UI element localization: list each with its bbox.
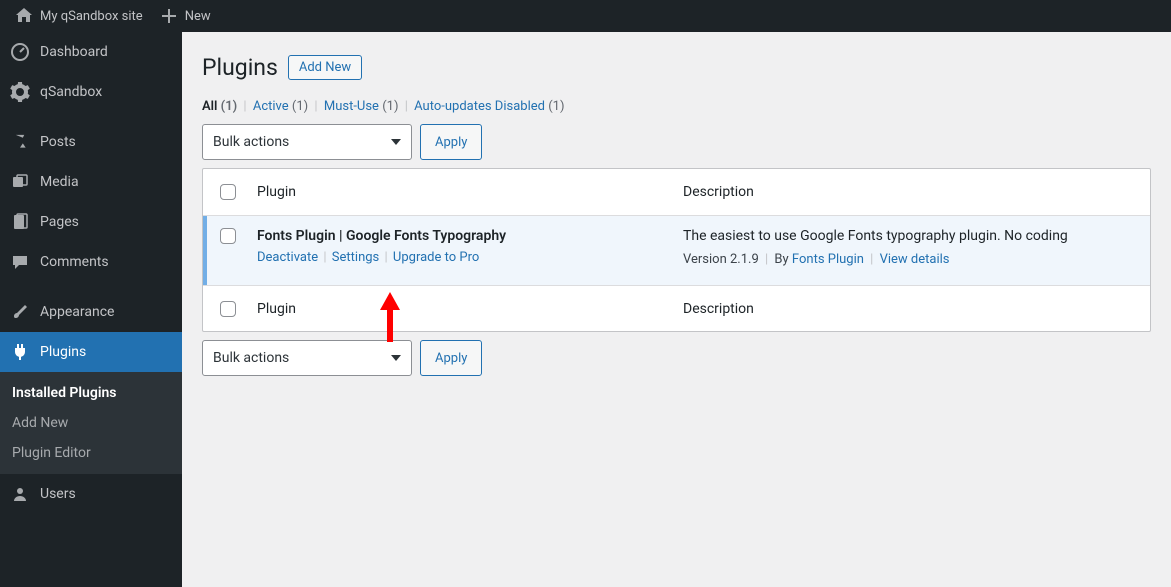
sidebar-item-comments[interactable]: Comments [0,242,182,282]
table-header: Plugin Description [203,169,1150,215]
deactivate-link[interactable]: Deactivate [257,250,318,265]
sidebar-item-dashboard[interactable]: Dashboard [0,32,182,72]
apply-button-bottom[interactable]: Apply [420,340,482,376]
sidebar-item-label: Pages [40,214,79,230]
col-description-footer: Description [683,301,1150,317]
sidebar-item-label: qSandbox [40,84,102,100]
bulk-actions-label: Bulk actions [213,350,289,366]
brush-icon [10,302,30,322]
sidebar-item-label: Appearance [40,304,114,320]
submenu-add-new[interactable]: Add New [0,408,182,438]
plugin-meta: Version 2.1.9 | By Fonts Plugin | View d… [683,252,1144,267]
admin-sidebar: Dashboard qSandbox Posts Media Pages Com… [0,32,182,587]
home-icon [14,6,34,26]
plugin-filters: All (1) | Active (1) | Must-Use (1) | Au… [202,99,1151,114]
plugin-name: Fonts Plugin | Google Fonts Typography [257,228,677,244]
upgrade-link[interactable]: Upgrade to Pro [393,250,479,265]
sidebar-item-label: Posts [40,134,76,150]
users-icon [10,484,30,504]
sidebar-item-pages[interactable]: Pages [0,202,182,242]
sidebar-item-label: Dashboard [40,44,108,60]
filter-must-use[interactable]: Must-Use (1) [324,99,399,114]
sidebar-item-label: Plugins [40,344,86,360]
plugins-table: Plugin Description Fonts Plugin | Google… [202,168,1151,332]
add-new-plugin-button[interactable]: Add New [288,55,362,80]
pin-icon [10,132,30,152]
plugin-author-link[interactable]: Fonts Plugin [792,252,864,267]
plugins-submenu: Installed Plugins Add New Plugin Editor [0,372,182,474]
plugin-description: The easiest to use Google Fonts typograp… [683,228,1144,244]
sidebar-item-users[interactable]: Users [0,474,182,514]
sidebar-item-appearance[interactable]: Appearance [0,292,182,332]
plus-icon [159,6,179,26]
table-footer: Plugin Description [203,285,1150,331]
filter-auto-updates-disabled[interactable]: Auto-updates Disabled (1) [414,99,564,114]
col-plugin-footer: Plugin [253,301,683,317]
filter-active[interactable]: Active (1) [253,99,308,114]
plugin-icon [10,342,30,362]
row-checkbox[interactable] [220,228,236,244]
tablenav-top: Bulk actions Apply [202,124,1151,160]
main-content: Plugins Add New All (1) | Active (1) | M… [182,32,1171,587]
sidebar-item-qsandbox[interactable]: qSandbox [0,72,182,112]
gear-icon [10,82,30,102]
sidebar-item-media[interactable]: Media [0,162,182,202]
dashboard-icon [10,42,30,62]
bulk-actions-select-bottom[interactable]: Bulk actions [202,340,412,376]
comments-icon [10,252,30,272]
adminbar-site-link[interactable]: My qSandbox site [6,0,151,32]
table-row: Fonts Plugin | Google Fonts Typography D… [203,215,1150,285]
adminbar-new-label: New [185,9,211,24]
filter-all[interactable]: All (1) [202,99,237,114]
page-title: Plugins [202,54,278,81]
sidebar-item-plugins[interactable]: Plugins [0,332,182,372]
adminbar-new-link[interactable]: New [151,0,219,32]
row-actions: Deactivate | Settings | Upgrade to Pro [257,250,677,265]
col-plugin-header: Plugin [253,184,683,200]
settings-link[interactable]: Settings [332,250,379,265]
bulk-actions-label: Bulk actions [213,134,289,150]
sidebar-item-label: Media [40,174,79,190]
media-icon [10,172,30,192]
bulk-actions-select[interactable]: Bulk actions [202,124,412,160]
plugin-version: Version 2.1.9 [683,252,759,267]
sidebar-item-posts[interactable]: Posts [0,122,182,162]
pages-icon [10,212,30,232]
select-all-checkbox-top[interactable] [220,184,236,200]
select-all-checkbox-bottom[interactable] [220,301,236,317]
col-description-header: Description [683,184,1150,200]
sidebar-item-label: Users [40,486,76,502]
tablenav-bottom: Bulk actions Apply [202,340,1151,376]
apply-button[interactable]: Apply [420,124,482,160]
submenu-plugin-editor[interactable]: Plugin Editor [0,438,182,468]
page-heading: Plugins Add New [202,32,1151,81]
submenu-installed-plugins[interactable]: Installed Plugins [0,378,182,408]
sidebar-item-label: Comments [40,254,109,270]
view-details-link[interactable]: View details [880,252,950,267]
admin-bar: My qSandbox site New [0,0,1171,32]
adminbar-site-name: My qSandbox site [40,9,143,24]
